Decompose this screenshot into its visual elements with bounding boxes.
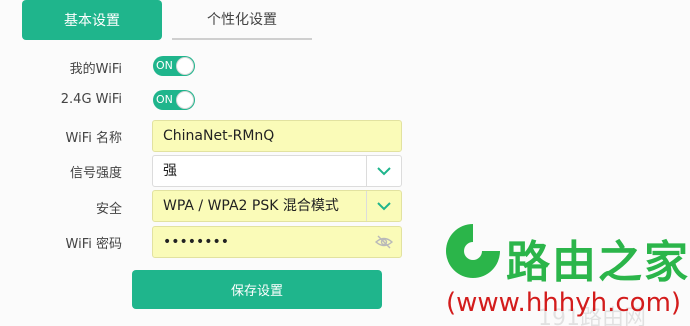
signal-strength-value: 强 bbox=[163, 163, 177, 179]
watermark-url: (www.hhhyh.com) bbox=[446, 288, 682, 318]
wifi-name-value: ChinaNet-RMnQ bbox=[163, 128, 275, 144]
toggle-knob bbox=[176, 91, 194, 109]
security-select[interactable]: WPA / WPA2 PSK 混合模式 bbox=[152, 190, 402, 222]
watermark-title: 路由之家 bbox=[506, 237, 690, 288]
wifi-password-input[interactable]: •••••••• bbox=[152, 226, 402, 258]
signal-strength-label: 信号强度 bbox=[69, 166, 122, 181]
wifi-name-input[interactable]: ChinaNet-RMnQ bbox=[152, 120, 402, 152]
wifi-password-value: •••••••• bbox=[163, 234, 230, 250]
tab-personalized-settings[interactable]: 个性化设置 bbox=[172, 0, 312, 40]
security-label: 安全 bbox=[95, 202, 122, 217]
tab-basic-settings[interactable]: 基本设置 bbox=[22, 0, 162, 40]
save-settings-button[interactable]: 保存设置 bbox=[132, 270, 382, 309]
security-value: WPA / WPA2 PSK 混合模式 bbox=[163, 198, 339, 214]
wifi-name-label: WiFi 名称 bbox=[65, 131, 122, 146]
signal-strength-select[interactable]: 强 bbox=[152, 155, 402, 187]
wifi-24g-label: 2.4G WiFi bbox=[60, 92, 122, 107]
toggle-knob bbox=[176, 57, 194, 75]
chevron-down-icon[interactable] bbox=[366, 156, 401, 186]
eye-hidden-icon[interactable] bbox=[375, 234, 393, 250]
my-wifi-toggle[interactable]: ON bbox=[153, 56, 195, 76]
watermark-logo-icon bbox=[446, 224, 500, 278]
toggle-on-text: ON bbox=[156, 93, 173, 106]
my-wifi-label: 我的WiFi bbox=[69, 62, 122, 77]
wifi-24g-toggle[interactable]: ON bbox=[153, 90, 195, 110]
toggle-on-text: ON bbox=[156, 59, 173, 72]
wifi-password-label: WiFi 密码 bbox=[65, 237, 122, 252]
chevron-down-icon[interactable] bbox=[366, 191, 401, 221]
